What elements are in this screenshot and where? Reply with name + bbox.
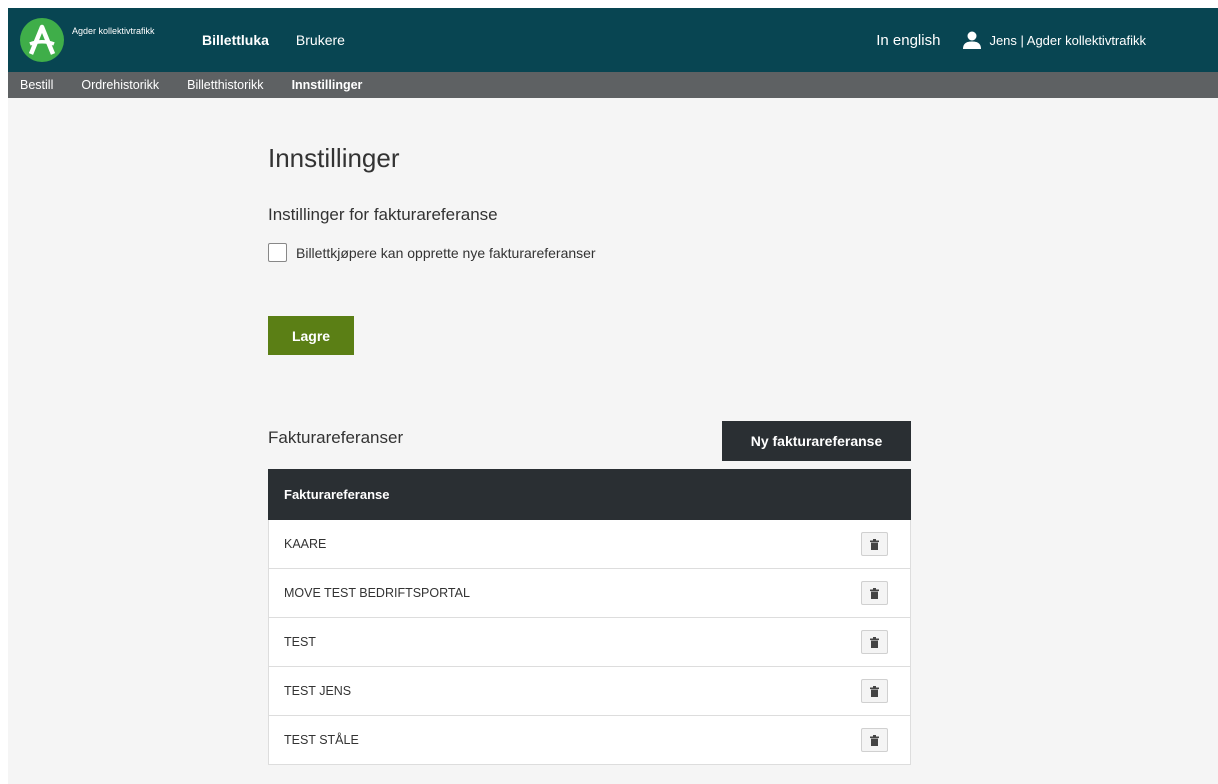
delete-button[interactable] (861, 679, 888, 703)
sub-navigation-bar: Bestill Ordrehistorikk Billetthistorikk … (8, 72, 1218, 98)
content-area: Innstillinger Instillinger for fakturare… (8, 98, 1218, 784)
user-menu[interactable]: Jens | Agder kollektivtrafikk (962, 31, 1146, 49)
subnav-item-ordrehistorikk[interactable]: Ordrehistorikk (81, 78, 159, 92)
checkbox-row: Billettkjøpere kan opprette nye fakturar… (268, 243, 596, 262)
reference-name: TEST JENS (284, 684, 352, 698)
top-right-actions: In english Jens | Agder kollektivtrafikk (876, 8, 1146, 72)
delete-button[interactable] (861, 532, 888, 556)
main-navigation: Billettluka Brukere (202, 8, 345, 72)
delete-button[interactable] (861, 630, 888, 654)
table-row: TEST (268, 618, 911, 667)
references-title: Fakturareferanser (268, 428, 404, 447)
save-button[interactable]: Lagre (268, 316, 354, 355)
brand-logo[interactable]: Agder kollektivtrafikk (20, 16, 155, 64)
table-header: Fakturareferanse (268, 469, 911, 520)
subnav-item-innstillinger[interactable]: Innstillinger (292, 78, 363, 92)
table-row: MOVE TEST BEDRIFTSPORTAL (268, 569, 911, 618)
column-header-reference: Fakturareferanse (284, 487, 390, 502)
nav-item-billettluka[interactable]: Billettluka (202, 32, 269, 48)
allow-new-references-checkbox[interactable] (268, 243, 287, 262)
trash-icon (870, 685, 879, 697)
reference-name: KAARE (284, 537, 327, 551)
reference-name: TEST (284, 635, 316, 649)
trash-icon (870, 538, 879, 550)
new-reference-button[interactable]: Ny fakturareferanse (722, 421, 911, 461)
reference-name: TEST STÅLE (284, 733, 359, 747)
language-switch-link[interactable]: In english (876, 32, 940, 49)
checkbox-label[interactable]: Billettkjøpere kan opprette nye fakturar… (296, 245, 596, 261)
table-row: TEST STÅLE (268, 716, 911, 765)
trash-icon (870, 734, 879, 746)
trash-icon (870, 636, 879, 648)
subnav-item-billetthistorikk[interactable]: Billetthistorikk (187, 78, 263, 92)
trash-icon (870, 587, 879, 599)
subnav-item-bestill[interactable]: Bestill (20, 78, 53, 92)
brand-name: Agder kollektivtrafikk (72, 26, 155, 36)
agder-logo-icon (20, 18, 64, 62)
user-icon (963, 31, 982, 49)
references-table: Fakturareferanse KAARE MOVE TEST BEDRIFT… (268, 469, 911, 765)
delete-button[interactable] (861, 581, 888, 605)
page-title: Innstillinger (268, 143, 400, 173)
top-navigation-bar: Agder kollektivtrafikk Billettluka Bruke… (8, 8, 1218, 72)
table-row: KAARE (268, 520, 911, 569)
frame-edge (0, 0, 8, 784)
delete-button[interactable] (861, 728, 888, 752)
nav-item-brukere[interactable]: Brukere (296, 32, 345, 48)
user-label: Jens | Agder kollektivtrafikk (989, 32, 1146, 48)
page: Agder kollektivtrafikk Billettluka Bruke… (0, 0, 1218, 784)
table-row: TEST JENS (268, 667, 911, 716)
reference-name: MOVE TEST BEDRIFTSPORTAL (284, 586, 470, 600)
invoice-settings-title: Instillinger for fakturareferanse (268, 205, 498, 224)
